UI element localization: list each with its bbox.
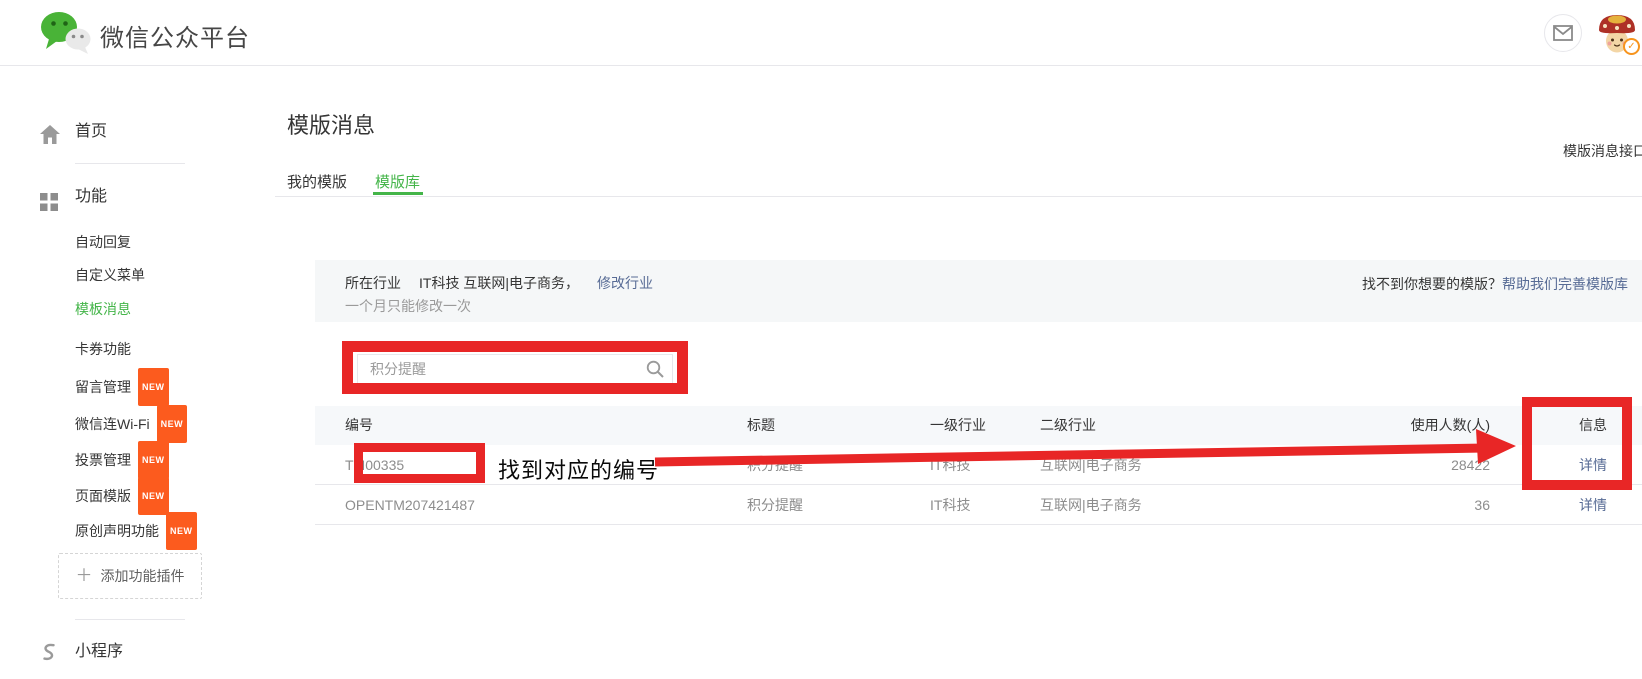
new-badge: new — [157, 405, 188, 443]
template-id: OPENTM207421487 — [345, 485, 475, 525]
annotation-box-search — [342, 341, 688, 394]
tab-template-library[interactable]: 模版库 — [375, 171, 420, 192]
add-plugin-label: 添加功能插件 — [101, 568, 185, 584]
annotation-box-template-id — [354, 443, 485, 483]
tabs-divider — [275, 196, 1642, 197]
sidebar-item-label: 原创声明功能 — [75, 523, 159, 539]
wechat-mp-console: 微信公众平台 ✓ — [0, 0, 1642, 679]
sidebar-item-comment-mgmt[interactable]: 留言管理 new — [75, 368, 270, 404]
help-line: 找不到你想要的模版？帮助我们完善模版库 — [1362, 274, 1628, 294]
annotation-arrow — [640, 418, 1530, 478]
new-badge: new — [138, 477, 169, 515]
new-badge: new — [166, 512, 197, 550]
industry-info-bar: 所在行业 IT科技 互联网|电子商务， 修改行业 一个月只能修改一次 找不到你想要的… — [315, 260, 1642, 322]
wechat-logo-icon — [40, 10, 92, 56]
envelope-icon — [1553, 25, 1573, 41]
sidebar-item-page-template[interactable]: 页面模版 new — [75, 477, 270, 513]
template-industry2: 互联网|电子商务 — [1040, 485, 1142, 525]
sidebar-divider — [75, 163, 185, 164]
sidebar-item-label: 模板消息 — [75, 301, 131, 317]
home-icon — [40, 122, 60, 158]
miniprogram-icon — [38, 641, 60, 677]
sidebar-item-label: 小程序 — [75, 634, 123, 670]
industry-label: 所在行业 — [345, 275, 401, 291]
sidebar-item-custom-menu[interactable]: 自定义菜单 — [75, 257, 270, 293]
sidebar-section-features[interactable]: 功能 — [0, 179, 270, 215]
page-title: 模版消息 — [287, 108, 375, 140]
sidebar-item-home[interactable]: 首页 — [0, 114, 270, 150]
sidebar-item-template-message[interactable]: 模板消息 — [75, 291, 270, 327]
avatar[interactable]: ✓ — [1596, 11, 1638, 54]
new-badge: new — [138, 441, 169, 479]
sidebar-divider — [75, 619, 185, 620]
grid-icon — [40, 189, 58, 225]
improve-library-link[interactable]: 帮助我们完善模版库 — [1502, 276, 1628, 292]
sidebar-item-label: 自定义菜单 — [75, 267, 145, 283]
col-header-id: 编号 — [345, 406, 373, 445]
template-message-api-link[interactable]: 模版消息接口 — [1563, 141, 1642, 161]
table-row: OPENTM207421487 积分提醒 IT科技 互联网|电子商务 36 详情 — [315, 485, 1642, 525]
sidebar-item-label: 留言管理 — [75, 379, 131, 395]
annotation-callout-text: 找到对应的编号 — [498, 453, 659, 485]
sidebar-item-vote-mgmt[interactable]: 投票管理 new — [75, 441, 270, 477]
sidebar-item-label: 微信连Wi-Fi — [75, 416, 150, 432]
sidebar-section-label: 功能 — [75, 179, 107, 215]
sidebar-item-label: 页面模版 — [75, 488, 131, 504]
help-question: 找不到你想要的模版？ — [1362, 276, 1502, 292]
new-badge: new — [138, 368, 169, 406]
add-plugin-button[interactable]: ＋ 添加功能插件 — [58, 553, 202, 599]
plus-icon: ＋ — [76, 566, 93, 585]
template-title: 积分提醒 — [747, 485, 803, 525]
industry-line: 所在行业 IT科技 互联网|电子商务， 修改行业 — [345, 273, 653, 293]
template-industry1: IT科技 — [930, 485, 970, 525]
brand-title: 微信公众平台 — [100, 18, 250, 53]
sidebar-item-miniprogram[interactable]: 小程序 — [0, 634, 270, 670]
annotation-box-info-column — [1522, 397, 1632, 490]
verified-badge-icon: ✓ — [1623, 38, 1640, 55]
top-bar: 微信公众平台 ✓ — [0, 0, 1642, 66]
sidebar-item-auto-reply[interactable]: 自动回复 — [75, 224, 270, 260]
detail-link[interactable]: 详情 — [1545, 485, 1641, 525]
sidebar-item-label: 首页 — [75, 114, 107, 150]
sidebar-item-label: 卡券功能 — [75, 341, 131, 357]
active-tab-underline — [373, 192, 423, 195]
sidebar-item-label: 自动回复 — [75, 234, 131, 250]
template-users: 36 — [1335, 485, 1490, 525]
sidebar-item-label: 投票管理 — [75, 452, 131, 468]
sidebar-item-wifi[interactable]: 微信连Wi-Fi new — [75, 405, 270, 441]
sidebar-item-original-statement[interactable]: 原创声明功能 new — [75, 512, 270, 548]
sidebar-item-card-coupon[interactable]: 卡券功能 — [75, 331, 270, 367]
mail-button[interactable] — [1544, 14, 1582, 52]
tab-my-templates[interactable]: 我的模版 — [287, 171, 347, 192]
industry-value: IT科技 互联网|电子商务， — [419, 275, 579, 291]
industry-note: 一个月只能修改一次 — [345, 296, 471, 316]
edit-industry-link[interactable]: 修改行业 — [597, 275, 653, 291]
